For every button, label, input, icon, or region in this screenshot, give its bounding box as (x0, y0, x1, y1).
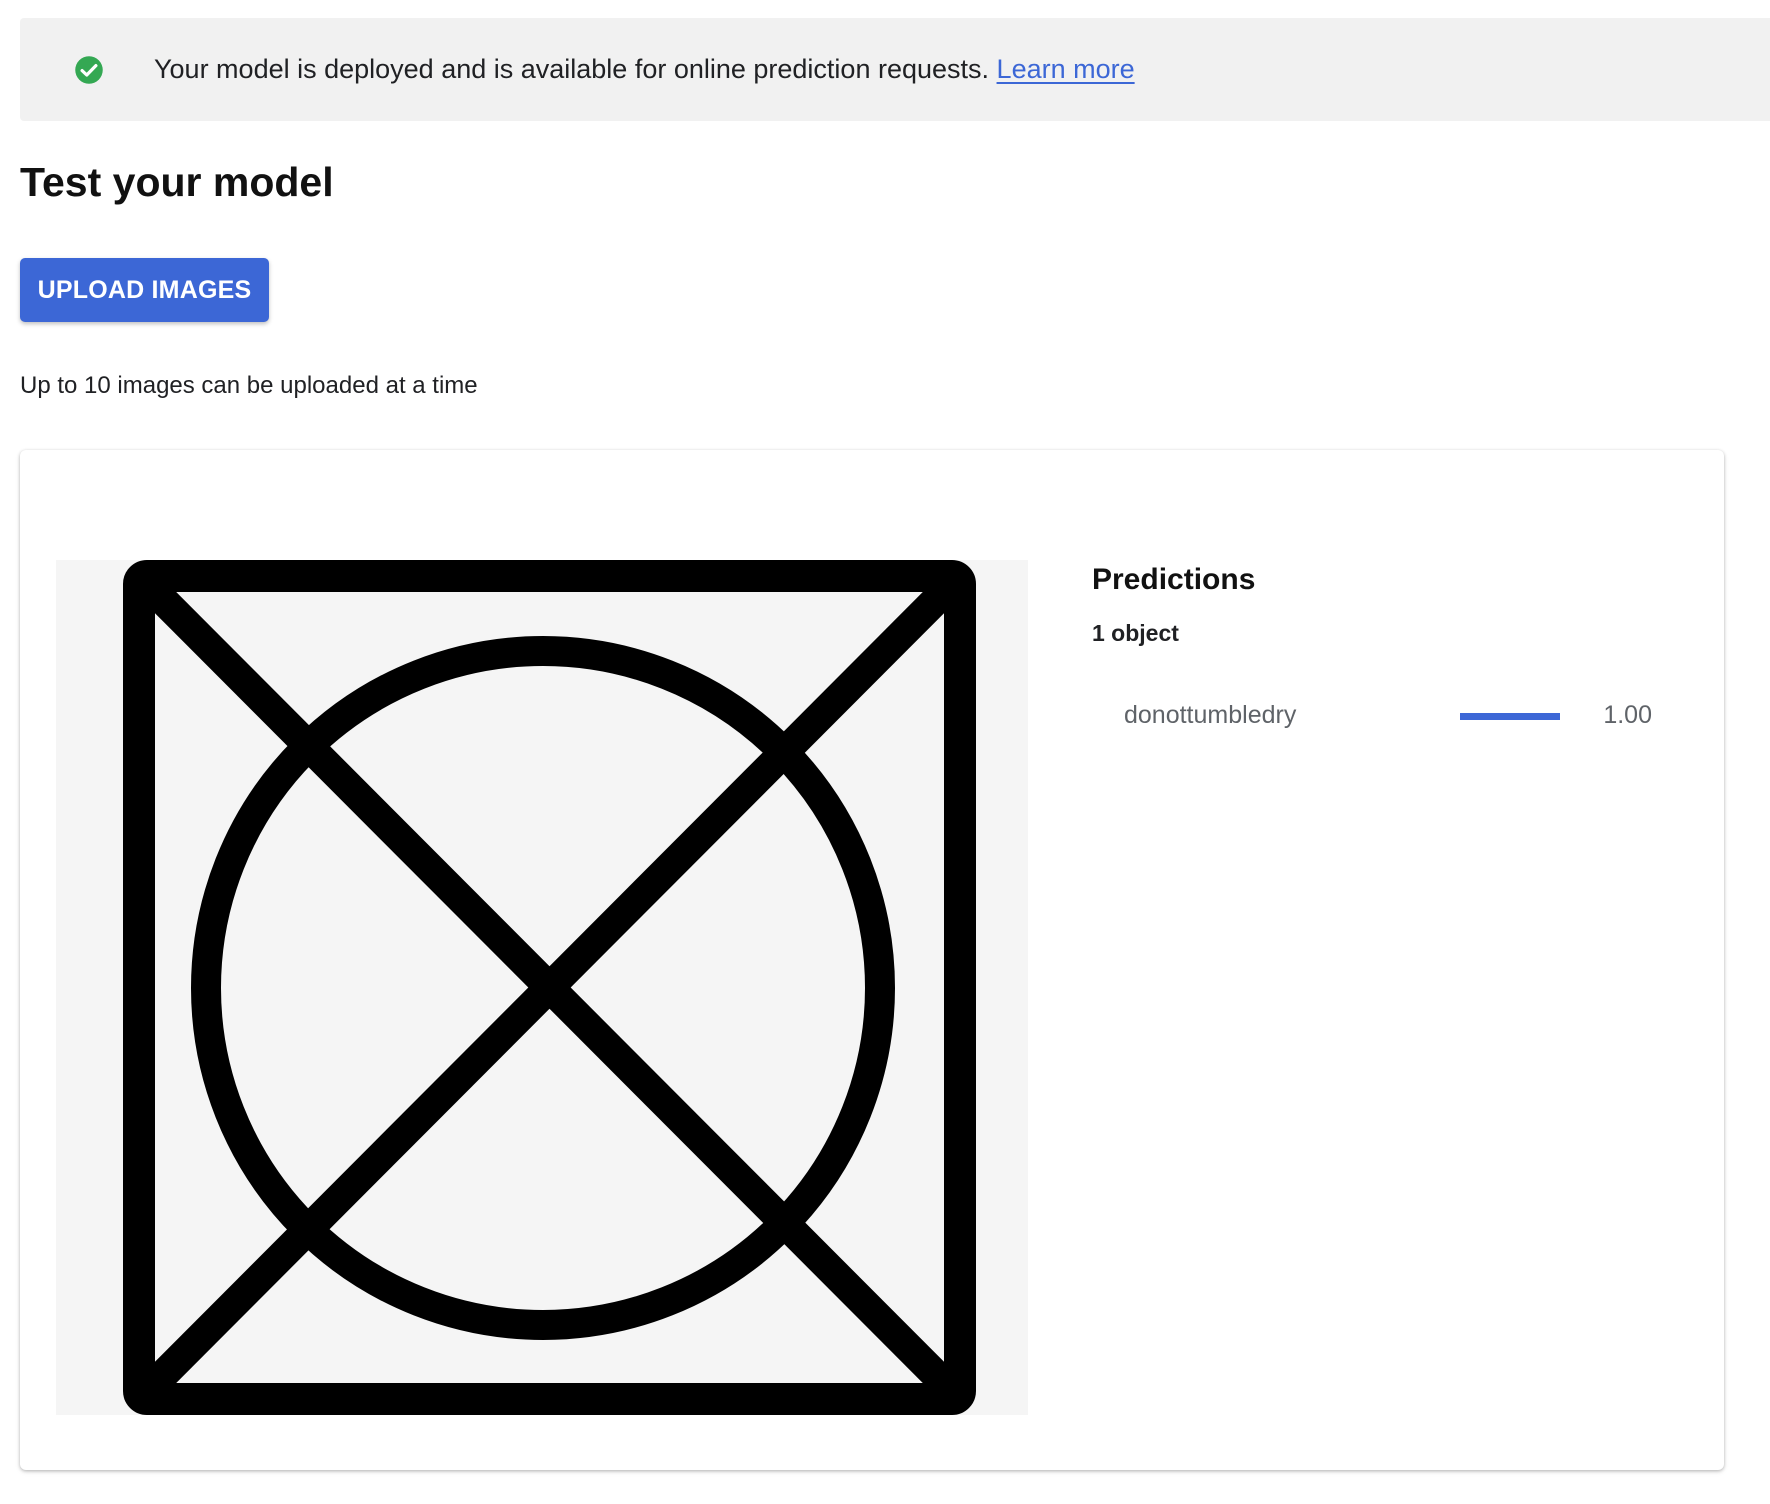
learn-more-link[interactable]: Learn more (997, 54, 1135, 84)
confidence-bar (1460, 713, 1560, 720)
do-not-tumble-dry-symbol-image (56, 560, 1028, 1415)
check-circle-icon (75, 56, 103, 84)
predictions-title: Predictions (1092, 563, 1256, 596)
upload-hint: Up to 10 images can be uploaded at a tim… (20, 372, 478, 399)
prediction-result-card: Predictions 1 object donottumbledry 1.00 (20, 450, 1724, 1470)
deployment-status-banner: Your model is deployed and is available … (20, 18, 1770, 121)
banner-message-text: Your model is deployed and is available … (154, 54, 990, 84)
confidence-bar-fill (1460, 713, 1560, 720)
upload-images-button[interactable]: UPLOAD IMAGES (20, 258, 269, 322)
predictions-panel: Predictions 1 object donottumbledry 1.00 (1092, 560, 1692, 860)
prediction-row[interactable]: donottumbledry 1.00 (1092, 694, 1692, 738)
uploaded-image (56, 560, 1028, 1415)
object-count: 1 object (1092, 620, 1179, 646)
prediction-label: donottumbledry (1124, 701, 1297, 729)
banner-message: Your model is deployed and is available … (154, 51, 1135, 87)
page-title: Test your model (20, 159, 334, 205)
confidence-score: 1.00 (1603, 701, 1652, 729)
